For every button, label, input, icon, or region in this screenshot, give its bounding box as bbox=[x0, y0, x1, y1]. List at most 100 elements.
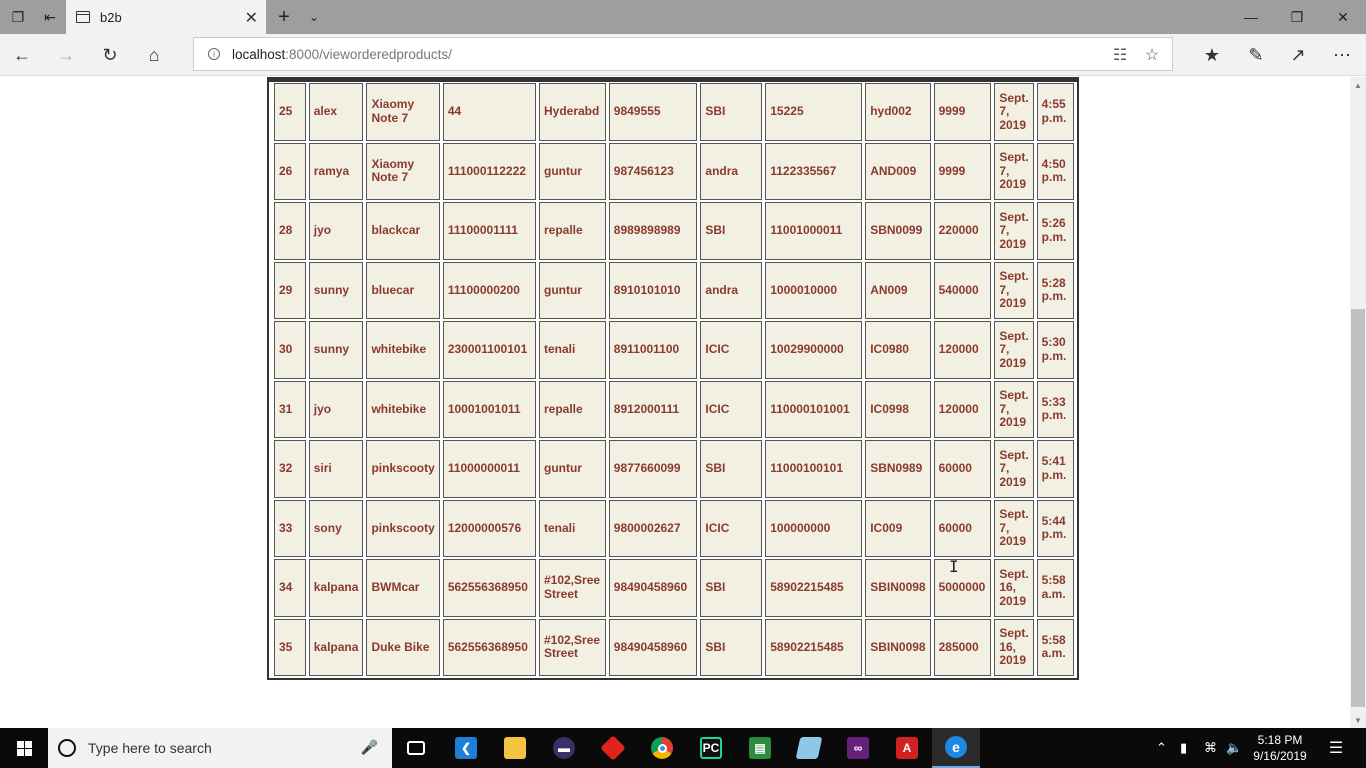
microphone-icon[interactable]: 🎤 bbox=[361, 739, 378, 756]
table-cell: 1000010000 bbox=[765, 261, 863, 319]
share-icon[interactable]: ↗ bbox=[1278, 38, 1318, 72]
table-cell: sunny bbox=[308, 261, 364, 319]
start-button[interactable] bbox=[0, 728, 48, 768]
table-cell: jyo bbox=[308, 380, 364, 438]
set-tabs-aside-icon[interactable]: ⇤ bbox=[34, 0, 66, 34]
table-cell: 44 bbox=[442, 83, 536, 141]
table-cell: 4:50 p.m. bbox=[1036, 142, 1074, 200]
table-cell: 110000101001 bbox=[765, 380, 863, 438]
notes-app-icon[interactable] bbox=[785, 728, 833, 768]
table-cell: Sept. 16, 2019 bbox=[994, 559, 1034, 617]
table-cell: tenali bbox=[538, 321, 606, 379]
site-info-icon[interactable]: i bbox=[208, 48, 220, 60]
table-cell: 540000 bbox=[933, 261, 992, 319]
table-cell: 100000000 bbox=[765, 499, 863, 557]
table-cell: 8911001100 bbox=[608, 321, 698, 379]
volume-icon[interactable]: 🔈 bbox=[1226, 728, 1242, 768]
table-cell: Sept. 7, 2019 bbox=[994, 202, 1034, 260]
scroll-up-icon[interactable]: ▲ bbox=[1350, 77, 1366, 93]
show-hidden-icons-icon[interactable]: ⌃ bbox=[1156, 728, 1167, 768]
table-cell: andra bbox=[700, 142, 763, 200]
table-cell: AN009 bbox=[865, 261, 931, 319]
table-row: 31 jyo whitebike 10001001011 repalle 89120001… bbox=[274, 380, 1074, 438]
table-cell: 9800002627 bbox=[608, 499, 698, 557]
acrobat-icon[interactable]: A bbox=[883, 728, 931, 768]
task-view-icon[interactable] bbox=[392, 728, 440, 768]
table-cell: 30 bbox=[274, 321, 306, 379]
vscode-icon[interactable]: ❮ bbox=[442, 728, 490, 768]
table-cell: #102,Sree Street bbox=[538, 559, 606, 617]
table-cell: Duke Bike bbox=[366, 618, 440, 676]
table-cell: SBI bbox=[700, 440, 763, 498]
table-cell: pinkscooty bbox=[366, 440, 440, 498]
favorites-hub-icon[interactable]: ★ bbox=[1192, 38, 1232, 72]
forward-button[interactable]: → bbox=[46, 38, 86, 72]
table-cell: Xiaomy Note 7 bbox=[366, 83, 440, 141]
table-cell: hyd002 bbox=[865, 83, 931, 141]
scroll-down-icon[interactable]: ▼ bbox=[1350, 712, 1366, 728]
table-cell: 8910101010 bbox=[608, 261, 698, 319]
home-button[interactable]: ⌂ bbox=[134, 38, 174, 72]
text-cursor-icon: I bbox=[949, 557, 959, 576]
table-cell: 5:28 p.m. bbox=[1036, 261, 1074, 319]
table-cell: 98490458960 bbox=[608, 618, 698, 676]
pycharm-icon[interactable]: PC bbox=[687, 728, 735, 768]
table-cell: 285000 bbox=[933, 618, 992, 676]
restore-button[interactable]: ❐ bbox=[1274, 0, 1320, 34]
table-cell: Xiaomy Note 7 bbox=[366, 142, 440, 200]
table-cell: SBI bbox=[700, 202, 763, 260]
file-explorer-icon[interactable] bbox=[491, 728, 539, 768]
table-cell: SBN0099 bbox=[865, 202, 931, 260]
tab-actions-icon[interactable]: ❐ bbox=[2, 0, 34, 34]
table-cell: 31 bbox=[274, 380, 306, 438]
title-bar: ❐ ⇤ b2b ✕ + ⌄ — ❐ ✕ bbox=[0, 0, 1366, 34]
spreadsheet-icon[interactable]: ▤ bbox=[736, 728, 784, 768]
visual-studio-icon[interactable]: ∞ bbox=[834, 728, 882, 768]
new-tab-button[interactable]: + bbox=[270, 0, 298, 34]
git-tool-icon[interactable] bbox=[589, 728, 637, 768]
table-cell: guntur bbox=[538, 440, 606, 498]
clock-time: 5:18 PM bbox=[1257, 733, 1303, 747]
minimize-button[interactable]: — bbox=[1228, 0, 1274, 34]
web-note-icon[interactable]: ✎ bbox=[1236, 38, 1276, 72]
favorite-star-icon[interactable]: ☆ bbox=[1140, 44, 1164, 66]
table-cell: sony bbox=[308, 499, 364, 557]
table-cell: Sept. 16, 2019 bbox=[994, 618, 1034, 676]
table-cell: IC0980 bbox=[865, 321, 931, 379]
reading-view-icon[interactable]: ☷ bbox=[1108, 44, 1132, 66]
wifi-icon[interactable]: ⌘ bbox=[1204, 728, 1217, 768]
table-cell: 1122335567 bbox=[765, 142, 863, 200]
more-menu-icon[interactable]: ⋯ bbox=[1322, 38, 1362, 72]
chrome-icon[interactable] bbox=[638, 728, 686, 768]
table-cell: IC009 bbox=[865, 499, 931, 557]
table-cell: 58902215485 bbox=[765, 618, 863, 676]
taskbar-search[interactable]: Type here to search 🎤 bbox=[48, 728, 392, 768]
edge-icon[interactable]: e bbox=[932, 728, 980, 768]
table-cell: 11000000011 bbox=[442, 440, 536, 498]
address-bar[interactable]: i localhost:8000/vieworderedproducts/ ☷ … bbox=[193, 37, 1173, 71]
tab-b2b[interactable]: b2b ✕ bbox=[66, 0, 266, 34]
table-cell: repalle bbox=[538, 202, 606, 260]
vertical-scrollbar[interactable]: ▲ ▼ bbox=[1350, 77, 1366, 728]
table-cell: ramya bbox=[308, 142, 364, 200]
navigation-bar: ← → ↻ ⌂ i localhost:8000/vieworderedprod… bbox=[0, 34, 1366, 76]
table-cell: 25 bbox=[274, 83, 306, 141]
close-window-button[interactable]: ✕ bbox=[1320, 0, 1366, 34]
table-cell: Sept. 7, 2019 bbox=[994, 261, 1034, 319]
table-cell: 32 bbox=[274, 440, 306, 498]
eclipse-icon[interactable]: ▬ bbox=[540, 728, 588, 768]
close-tab-icon[interactable]: ✕ bbox=[245, 8, 258, 28]
table-cell: bluecar bbox=[366, 261, 440, 319]
table-cell: 120000 bbox=[933, 321, 992, 379]
chevron-down-icon[interactable]: ⌄ bbox=[302, 0, 326, 34]
back-button[interactable]: ← bbox=[2, 38, 42, 72]
refresh-button[interactable]: ↻ bbox=[90, 38, 130, 72]
scroll-thumb[interactable] bbox=[1351, 309, 1365, 707]
clock-date: 9/16/2019 bbox=[1253, 749, 1307, 763]
table-cell: pinkscooty bbox=[366, 499, 440, 557]
battery-icon[interactable]: ▮ bbox=[1180, 728, 1187, 768]
table-cell: 5:30 p.m. bbox=[1036, 321, 1074, 379]
action-center-icon[interactable]: ☰ bbox=[1318, 728, 1354, 768]
system-clock[interactable]: 5:18 PM 9/16/2019 bbox=[1248, 732, 1312, 764]
table-cell: SBN0989 bbox=[865, 440, 931, 498]
